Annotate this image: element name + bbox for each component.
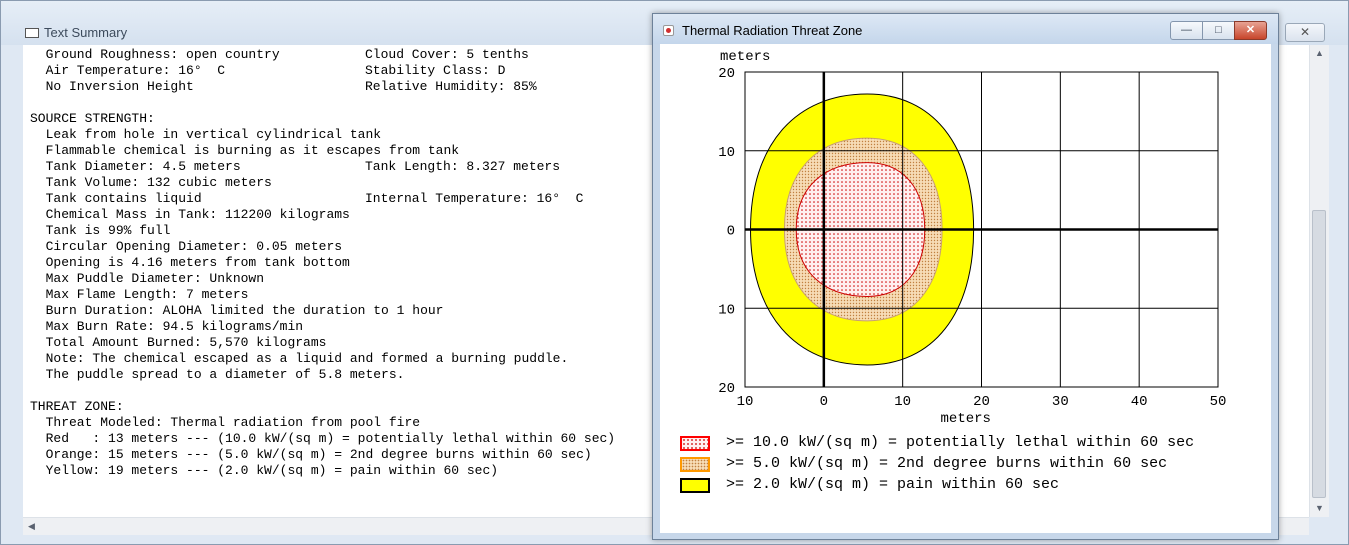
summary-line: Max Puddle Diameter: Unknown [30,271,615,287]
x-tick-label: 0 [820,394,828,410]
summary-line: Red : 13 meters --- (10.0 kW/(sq m) = po… [30,431,616,447]
summary-line-right-text: Relative Humidity: 85% [365,79,537,94]
summary-line-text: Flammable chemical is burning as it esca… [30,143,460,158]
summary-line: Tank Volume: 132 cubic meters [30,175,615,191]
summary-line-text: Max Burn Rate: 94.5 kilograms/min [30,319,304,334]
summary-line: Air Temperature: 16° C Stability Class: D [30,63,615,79]
summary-line: Max Burn Rate: 94.5 kilograms/min [30,319,615,335]
summary-line: Circular Opening Diameter: 0.05 meters [30,239,615,255]
close-button[interactable]: ✕ [1234,21,1267,40]
scroll-left-arrow-icon[interactable]: ◀ [23,518,40,535]
summary-line-text: Tank Volume: 132 cubic meters [30,175,272,190]
summary-line-text: No Inversion Height [30,79,194,94]
x-tick-label: 10 [894,394,911,410]
plot-area: 10 0 10 20 30 40 50 20 10 0 10 20 meters meters >= 10… [660,44,1271,533]
x-axis-label: meters [941,411,991,427]
y-tick-label: 10 [718,145,735,161]
summary-line: Max Flame Length: 7 meters [30,287,615,303]
maximize-button[interactable]: □ [1202,21,1235,40]
summary-line: Total Amount Burned: 5,570 kilograms [30,335,615,351]
text-window-icon [25,28,39,38]
summary-line [30,383,615,399]
summary-line-right-text: Internal Temperature: 16° C [365,191,584,206]
summary-line-text: Max Flame Length: 7 meters [30,287,249,302]
text-summary-title: Text Summary [44,25,128,40]
threat-zone-title: Thermal Radiation Threat Zone [682,23,863,38]
summary-line-text: Leak from hole in vertical cylindrical t… [30,127,382,142]
summary-line: Flammable chemical is burning as it esca… [30,143,615,159]
summary-line-text: Opening is 4.16 meters from tank bottom [30,255,350,270]
summary-line-text: Orange: 15 meters --- (5.0 kW/(sq m) = 2… [30,447,592,462]
summary-line: Opening is 4.16 meters from tank bottom [30,255,615,271]
x-tick-label: 50 [1210,394,1227,410]
summary-line: Burn Duration: ALOHA limited the duratio… [30,303,615,319]
summary-line-text: Total Amount Burned: 5,570 kilograms [30,335,327,350]
summary-line: Tank is 99% full [30,223,615,239]
summary-line-text: Red : 13 meters --- (10.0 kW/(sq m) = po… [30,431,616,446]
summary-line: Leak from hole in vertical cylindrical t… [30,127,615,143]
summary-line-right-text: Stability Class: D [365,63,506,78]
legend-label: >= 5.0 kW/(sq m) = 2nd degree burns with… [726,455,1168,472]
threat-zone-titlebar[interactable]: Thermal Radiation Threat Zone — □ ✕ [653,14,1278,44]
summary-line-text: Tank contains liquid [30,191,202,206]
y-tick-label: 20 [718,381,735,397]
legend-swatch [680,478,710,493]
legend-swatch [680,457,710,472]
summary-line-text: Note: The chemical escaped as a liquid a… [30,351,569,366]
vertical-scrollbar[interactable]: ▲ ▼ [1309,45,1329,517]
summary-line: Note: The chemical escaped as a liquid a… [30,351,615,367]
summary-line: Orange: 15 meters --- (5.0 kW/(sq m) = 2… [30,447,615,463]
summary-line-text: The puddle spread to a diameter of 5.8 m… [30,367,405,382]
summary-line-text: Tank is 99% full [30,223,171,238]
text-summary-close-button[interactable]: ✕ [1285,23,1325,42]
y-tick-label: 0 [727,224,735,240]
summary-line-text: SOURCE STRENGTH: [30,111,155,126]
summary-line: Tank Diameter: 4.5 meters Tank Length: 8.… [30,159,615,175]
summary-line-right-text: Cloud Cover: 5 tenths [365,47,529,62]
summary-line [30,95,615,111]
summary-line-text: Yellow: 19 meters --- (2.0 kW/(sq m) = p… [30,463,499,478]
legend-label: >= 2.0 kW/(sq m) = pain within 60 sec [726,476,1060,493]
x-tick-label: 30 [1052,394,1069,410]
summary-line-text: Threat Modeled: Thermal radiation from p… [30,415,421,430]
y-tick-label: 10 [718,302,735,318]
x-tick-label: 10 [737,394,754,410]
summary-line-text: Tank Diameter: 4.5 meters [30,159,241,174]
summary-line-text: Max Puddle Diameter: Unknown [30,271,265,286]
summary-line-text: Chemical Mass in Tank: 112200 kilograms [30,207,350,222]
summary-line: No Inversion Height Relative Humidity: 85… [30,79,615,95]
summary-line: SOURCE STRENGTH: [30,111,615,127]
summary-line: Ground Roughness: open country Cloud Cove… [30,47,615,63]
summary-line-text: THREAT ZONE: [30,399,124,414]
summary-text: Ground Roughness: open country Cloud Cove… [30,47,615,479]
minimize-button[interactable]: — [1170,21,1203,40]
summary-line: Threat Modeled: Thermal radiation from p… [30,415,615,431]
summary-line-text: Burn Duration: ALOHA limited the duratio… [30,303,444,318]
summary-line: Chemical Mass in Tank: 112200 kilograms [30,207,615,223]
alert-icon [663,25,674,36]
summary-line-text: Air Temperature: 16° C [30,63,226,78]
summary-line: Tank contains liquid Internal Temperature… [30,191,615,207]
vertical-scroll-thumb[interactable] [1312,210,1326,498]
scroll-up-arrow-icon[interactable]: ▲ [1310,45,1329,62]
x-tick-label: 40 [1131,394,1148,410]
summary-line: Yellow: 19 meters --- (2.0 kW/(sq m) = p… [30,463,615,479]
summary-line: THREAT ZONE: [30,399,615,415]
legend-swatch [680,436,710,451]
scroll-down-arrow-icon[interactable]: ▼ [1310,500,1329,517]
legend-label: >= 10.0 kW/(sq m) = potentially lethal w… [726,434,1195,451]
summary-line-text: Ground Roughness: open country [30,47,280,62]
y-axis-label: meters [720,49,770,65]
summary-line-right-text: Tank Length: 8.327 meters [365,159,561,174]
summary-line-text: Circular Opening Diameter: 0.05 meters [30,239,343,254]
threat-zone-window: Thermal Radiation Threat Zone — □ ✕ 10 0 1… [652,13,1279,540]
summary-line: The puddle spread to a diameter of 5.8 m… [30,367,615,383]
x-tick-label: 20 [973,394,990,410]
y-tick-label: 20 [718,66,735,82]
